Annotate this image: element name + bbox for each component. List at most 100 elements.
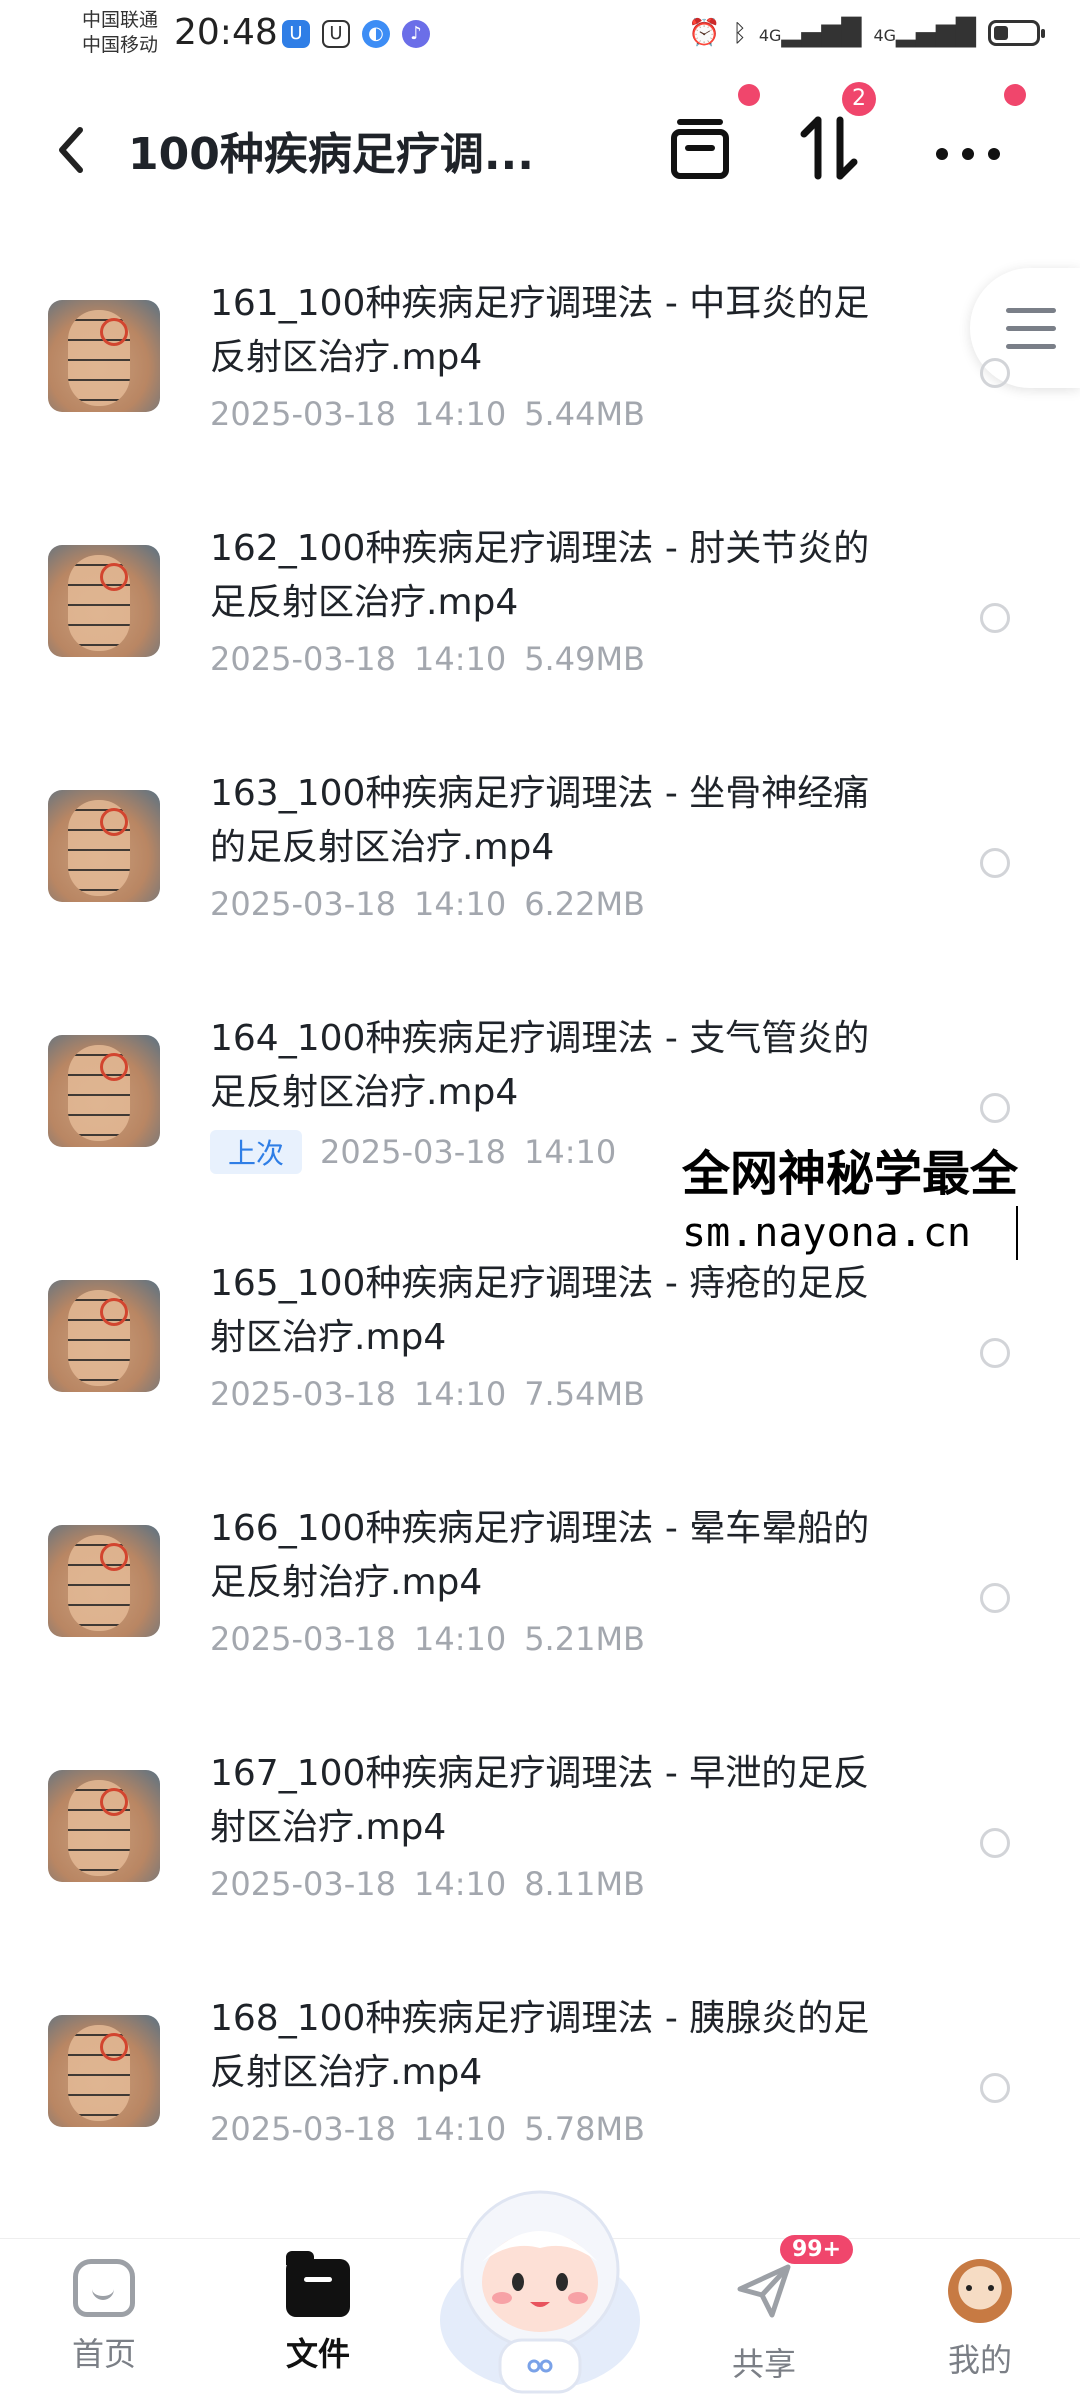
file-size: 5.49MB	[524, 640, 645, 678]
nav-mine-label: 我的	[947, 2341, 1012, 2379]
mascot-assistant-icon[interactable]	[430, 2170, 650, 2400]
signal-2-icon: 4G▂▄▆█	[873, 18, 976, 48]
battery-icon	[988, 20, 1045, 46]
select-radio[interactable]	[980, 603, 1010, 633]
top-bar: 100种疾病足疗调... 2	[0, 82, 1080, 196]
file-meta: 2025-03-18 14:10 8.11MB	[210, 1865, 663, 1903]
file-meta: 2025-03-18 14:10 5.49MB	[210, 640, 663, 678]
file-size: 5.78MB	[524, 2110, 645, 2148]
nav-share-label: 共享	[731, 2345, 796, 2383]
more-icon[interactable]	[928, 108, 1008, 188]
file-size: 6.22MB	[524, 885, 645, 923]
select-radio[interactable]	[980, 1338, 1010, 1368]
file-row[interactable]: 165_100种疾病足疗调理法 - 痔疮的足反射区治疗.mp4 2025-03-…	[0, 1235, 1080, 1480]
video-thumbnail	[48, 2015, 160, 2127]
select-radio[interactable]	[980, 1093, 1010, 1123]
file-time: 14:10	[413, 885, 507, 923]
file-name: 165_100种疾病足疗调理法 - 痔疮的足反射区治疗.mp4	[210, 1263, 870, 1358]
file-size: 5.44MB	[524, 395, 645, 433]
status-right: ⏰ ᛒ 4G▂▄▆█ 4G▂▄▆█	[688, 18, 1045, 48]
share-badge: 99+	[780, 2235, 854, 2264]
video-thumbnail	[48, 790, 160, 902]
folder-icon	[286, 2251, 350, 2317]
file-date: 2025-03-18	[210, 1620, 396, 1658]
file-time: 14:10	[523, 1133, 617, 1171]
avatar	[948, 2259, 1012, 2323]
video-thumbnail	[48, 300, 160, 412]
carrier-1: 中国联通	[82, 9, 159, 31]
home-icon	[73, 2259, 135, 2317]
file-date: 2025-03-18	[320, 1133, 506, 1171]
file-row[interactable]: 167_100种疾病足疗调理法 - 早泄的足反射区治疗.mp4 2025-03-…	[0, 1725, 1080, 1970]
chevron-left-icon[interactable]	[52, 120, 92, 180]
file-meta: 2025-03-18 14:10 5.78MB	[210, 2110, 663, 2148]
signal-1-icon: 4G▂▄▆█	[758, 18, 862, 48]
file-time: 14:10	[413, 395, 507, 433]
transfer-box-icon[interactable]	[662, 108, 742, 188]
file-size: 8.11MB	[524, 1865, 645, 1903]
file-meta: 2025-03-18 14:10 7.54MB	[210, 1375, 663, 1413]
file-time: 14:10	[413, 1865, 507, 1903]
nav-home-label: 首页	[71, 2335, 136, 2373]
video-thumbnail	[48, 1770, 160, 1882]
sort-icon[interactable]	[790, 108, 870, 188]
file-date: 2025-03-18	[210, 1865, 396, 1903]
video-thumbnail	[48, 1525, 160, 1637]
app-notification-icon: U	[322, 20, 350, 48]
file-time: 14:10	[413, 1375, 507, 1413]
nav-files-tab[interactable]: 文件	[248, 2251, 388, 2375]
nav-files-label: 文件	[285, 2335, 350, 2373]
select-radio[interactable]	[980, 1828, 1010, 1858]
signal-1-label: 4G	[758, 26, 782, 45]
file-row[interactable]: 163_100种疾病足疗调理法 - 坐骨神经痛的足反射区治疗.mp4 2025-…	[0, 745, 1080, 990]
file-time: 14:10	[413, 1620, 507, 1658]
file-date: 2025-03-18	[210, 395, 396, 433]
file-time: 14:10	[413, 2110, 507, 2148]
file-name: 168_100种疾病足疗调理法 - 胰腺炎的足反射区治疗.mp4	[210, 1998, 870, 2093]
carrier-2: 中国移动	[82, 34, 159, 56]
file-row[interactable]: 166_100种疾病足疗调理法 - 晕车晕船的足反射治疗.mp4 2025-03…	[0, 1480, 1080, 1725]
select-radio[interactable]	[980, 358, 1010, 388]
file-name: 163_100种疾病足疗调理法 - 坐骨神经痛的足反射区治疗.mp4	[210, 773, 870, 868]
file-row[interactable]: 162_100种疾病足疗调理法 - 肘关节炎的足反射区治疗.mp4 2025-0…	[0, 500, 1080, 745]
file-date: 2025-03-18	[210, 640, 396, 678]
video-thumbnail	[48, 1280, 160, 1392]
file-size: 5.21MB	[524, 1620, 645, 1658]
video-thumbnail	[48, 1035, 160, 1147]
video-thumbnail	[48, 545, 160, 657]
watermark-line-1: 全网神秘学最全	[682, 1146, 1019, 1202]
file-date: 2025-03-18	[210, 1375, 396, 1413]
file-meta: 2025-03-18 14:10 6.22MB	[210, 885, 663, 923]
file-time: 14:10	[413, 640, 507, 678]
browser-notification-icon: ◐	[362, 20, 390, 48]
nav-mine-tab[interactable]: 我的	[910, 2259, 1050, 2381]
file-name: 166_100种疾病足疗调理法 - 晕车晕船的足反射治疗.mp4	[210, 1508, 870, 1603]
file-meta: 上次 2025-03-18 14:10	[210, 1130, 634, 1174]
alarm-icon: ⏰	[688, 18, 721, 48]
file-row[interactable]: 161_100种疾病足疗调理法 - 中耳炎的足反射区治疗.mp4 2025-03…	[0, 255, 1080, 500]
file-meta: 2025-03-18 14:10 5.21MB	[210, 1620, 663, 1658]
select-radio[interactable]	[980, 848, 1010, 878]
status-bar: 中国联通 中国移动 20:48 U U ◐ ♪ ⏰ ᛒ 4G▂▄▆█ 4G▂▄▆…	[0, 0, 1080, 80]
file-name: 162_100种疾病足疗调理法 - 肘关节炎的足反射区治疗.mp4	[210, 528, 870, 623]
carrier-labels: 中国联通 中国移动	[82, 8, 158, 58]
file-size: 7.54MB	[524, 1375, 645, 1413]
watermark-line-2: sm.nayona.cn	[682, 1206, 1019, 1260]
file-date: 2025-03-18	[210, 885, 396, 923]
file-date: 2025-03-18	[210, 2110, 396, 2148]
bluetooth-icon: ᛒ	[732, 19, 747, 47]
notification-dot	[1004, 84, 1026, 106]
file-name: 164_100种疾病足疗调理法 - 支气管炎的足反射区治疗.mp4	[210, 1018, 870, 1113]
file-name: 167_100种疾病足疗调理法 - 早泄的足反射区治疗.mp4	[210, 1753, 870, 1848]
file-meta: 2025-03-18 14:10 5.44MB	[210, 395, 663, 433]
notification-dot	[738, 84, 760, 106]
app-notification-icon: U	[282, 20, 310, 48]
select-radio[interactable]	[980, 2073, 1010, 2103]
nav-share-tab[interactable]: 共享	[694, 2259, 834, 2385]
select-radio[interactable]	[980, 1583, 1010, 1613]
sort-badge: 2	[842, 82, 876, 116]
nav-home-tab[interactable]: 首页	[34, 2259, 174, 2375]
file-name: 161_100种疾病足疗调理法 - 中耳炎的足反射区治疗.mp4	[210, 283, 870, 378]
status-time: 20:48	[174, 12, 278, 53]
last-viewed-tag: 上次	[210, 1130, 303, 1174]
